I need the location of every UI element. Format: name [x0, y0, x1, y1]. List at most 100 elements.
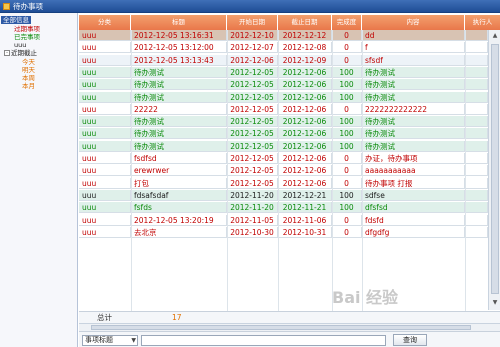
cell-assignee [465, 189, 488, 201]
table-row[interactable]: uuu fsdfsd 2012-12-05 2012-12-06 0 办证，待办事项 [79, 153, 488, 164]
cell-progress: 100 [332, 66, 362, 78]
cell-due-date: 2012-12-06 [278, 79, 332, 91]
cell-progress: 100 [332, 140, 362, 152]
table-row[interactable]: uuu 2012-12-05 13:12:00 2012-12-07 2012-12-… [79, 42, 488, 54]
tree-item-today[interactable]: 今天 [22, 58, 35, 66]
cell-content: 待办事项 打报 [362, 177, 465, 189]
cell-title: 待办测试 [131, 91, 227, 103]
cell-due-date: 2012-12-21 [278, 189, 332, 201]
table-row[interactable]: uuu 去北京 2012-10-30 2012-10-31 0 dfgdfg [79, 226, 488, 238]
tree-item-this-month[interactable]: 本月 [22, 82, 35, 90]
cell-due-date: 2012-12-12 [278, 30, 332, 41]
search-input[interactable] [141, 335, 386, 346]
scroll-down-icon[interactable]: ▼ [491, 299, 499, 307]
table-row[interactable]: uuu 待办测试 2012-12-05 2012-12-06 100 待办测试 [79, 79, 488, 91]
column-divider [227, 30, 228, 311]
cell-content: dfsfsd [362, 202, 465, 214]
search-button[interactable]: 查询 [393, 334, 427, 346]
cell-start-date: 2012-12-05 [227, 165, 278, 177]
cell-due-date: 2012-12-06 [278, 177, 332, 189]
cell-content: 办证，待办事项 [362, 153, 465, 164]
cell-progress: 0 [332, 214, 362, 226]
column-header-category[interactable]: 分类 [79, 15, 131, 30]
cell-assignee [465, 153, 488, 164]
column-header-start-date[interactable]: 开始日期 [227, 15, 278, 30]
cell-assignee [465, 54, 488, 66]
cell-progress: 100 [332, 79, 362, 91]
cell-due-date: 2012-12-06 [278, 103, 332, 115]
table-row[interactable]: uuu fsfds 2012-11-20 2012-11-21 100 dfsfsd [79, 202, 488, 214]
cell-start-date: 2012-12-10 [227, 30, 278, 41]
cell-title: 待办测试 [131, 128, 227, 140]
cell-assignee [465, 30, 488, 41]
window-titlebar: 待办事项 [0, 0, 500, 13]
cell-start-date: 2012-11-05 [227, 214, 278, 226]
cell-progress: 100 [332, 91, 362, 103]
vertical-scrollbar[interactable]: ▲ ▼ [488, 30, 500, 310]
table-row[interactable]: uuu 待办测试 2012-12-05 2012-12-06 100 待办测试 [79, 140, 488, 152]
chevron-down-icon[interactable]: ▼ [131, 336, 136, 345]
collapse-toggle-icon[interactable]: - [4, 50, 10, 56]
cell-content: aaaaaaaaaaa [362, 165, 465, 177]
cell-due-date: 2012-12-09 [278, 54, 332, 66]
cell-due-date: 2012-12-06 [278, 165, 332, 177]
cell-title: fsfds [131, 202, 227, 214]
tree-item-uuu[interactable]: uuu [14, 41, 26, 49]
tree-item-overdue[interactable]: 过期事项 [14, 25, 40, 33]
cell-progress: 0 [332, 42, 362, 54]
cell-progress: 100 [332, 202, 362, 214]
cell-progress: 0 [332, 54, 362, 66]
cell-assignee [465, 128, 488, 140]
cell-title: 2012-12-05 13:12:00 [131, 42, 227, 54]
tree-item-completed[interactable]: 已完事项 [14, 33, 40, 41]
table-row[interactable]: uuu erewrwer 2012-12-05 2012-12-06 0 aaaaaaaa… [79, 165, 488, 177]
column-header-title[interactable]: 标题 [131, 15, 227, 30]
cell-start-date: 2012-11-20 [227, 189, 278, 201]
watermark-logo: Bai 经验 [332, 288, 399, 307]
cell-assignee [465, 202, 488, 214]
table-row[interactable]: uuu fdsafsdaf 2012-11-20 2012-12-21 100 sdfse [79, 189, 488, 201]
table-row[interactable]: uuu 打包 2012-12-05 2012-12-06 0 待办事项 打报 [79, 177, 488, 189]
table-row[interactable]: uuu 待办测试 2012-12-05 2012-12-06 100 待办测试 [79, 66, 488, 78]
table-row[interactable]: uuu 待办测试 2012-12-05 2012-12-06 100 待办测试 [79, 116, 488, 128]
tree-item-due-soon[interactable]: - 近期截止 [4, 49, 37, 57]
table-row[interactable]: uuu 待办测试 2012-12-05 2012-12-06 100 待办测试 [79, 91, 488, 103]
cell-progress: 0 [332, 177, 362, 189]
tree-item-tomorrow[interactable]: 明天 [22, 66, 35, 74]
cell-title: 2012-12-05 13:20:19 [131, 214, 227, 226]
cell-content: 待办测试 [362, 128, 465, 140]
scroll-thumb[interactable] [491, 44, 499, 294]
window-title: 待办事项 [13, 2, 43, 11]
column-header-content[interactable]: 内容 [362, 15, 465, 30]
grid-header: 分类 标题 开始日期 截止日期 完成度 内容 执行人 [79, 15, 500, 30]
tree-item-this-week[interactable]: 本周 [22, 74, 35, 82]
column-header-progress[interactable]: 完成度 [332, 15, 362, 30]
scroll-up-icon[interactable]: ▲ [491, 32, 499, 40]
table-row[interactable]: uuu 2012-12-05 13:13:43 2012-12-06 2012-12-… [79, 54, 488, 66]
cell-content: 待办测试 [362, 66, 465, 78]
cell-content: dd [362, 30, 465, 41]
cell-start-date: 2012-12-05 [227, 91, 278, 103]
cell-title: fsdfsd [131, 153, 227, 164]
tree-item-all[interactable]: 全部信息 [1, 16, 31, 24]
cell-category: uuu [79, 153, 131, 164]
cell-content: 2222222222222 [362, 103, 465, 115]
cell-category: uuu [79, 116, 131, 128]
search-field-select[interactable]: 事项标题 ▼ [82, 335, 138, 346]
cell-start-date: 2012-12-05 [227, 128, 278, 140]
cell-assignee [465, 66, 488, 78]
cell-progress: 100 [332, 189, 362, 201]
horizontal-scrollbar[interactable] [79, 323, 500, 331]
hscroll-thumb[interactable] [91, 325, 471, 330]
table-row[interactable]: uuu 2012-12-05 13:20:19 2012-11-05 2012-11-… [79, 214, 488, 226]
cell-due-date: 2012-10-31 [278, 226, 332, 238]
table-row[interactable]: uuu 2012-12-05 13:16:31 2012-12-10 2012-12-… [79, 30, 488, 41]
cell-content: 待办测试 [362, 79, 465, 91]
cell-content: fdsfd [362, 214, 465, 226]
cell-category: uuu [79, 165, 131, 177]
column-header-assignee[interactable]: 执行人 [465, 15, 500, 30]
column-header-due-date[interactable]: 截止日期 [278, 15, 332, 30]
table-row[interactable]: uuu 待办测试 2012-12-05 2012-12-06 100 待办测试 [79, 128, 488, 140]
table-row[interactable]: uuu 22222 2012-12-05 2012-12-06 0 22222222222… [79, 103, 488, 115]
cell-progress: 100 [332, 128, 362, 140]
